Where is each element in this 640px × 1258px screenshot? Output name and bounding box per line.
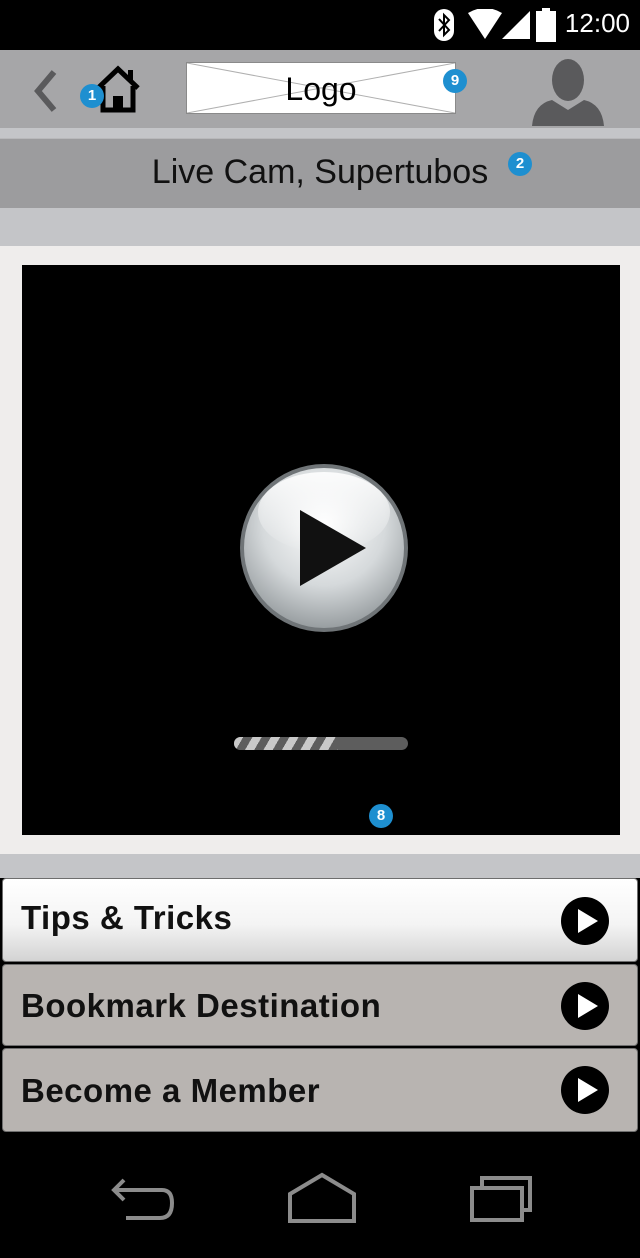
avatar-icon[interactable] (530, 56, 606, 126)
buffer-progress-bar (234, 737, 408, 750)
home-nav-icon[interactable] (286, 1172, 358, 1224)
annotation-badge-logo: 9 (443, 69, 467, 93)
sub-bar (0, 208, 640, 246)
annotation-badge-home: 1 (80, 84, 104, 108)
page-title: Live Cam, Supertubos (151, 153, 489, 191)
annotation-badge-title: 2 (508, 152, 532, 176)
title-bar: Live Cam, Supertubos 2 (0, 138, 640, 209)
signal-icon (502, 11, 530, 39)
play-arrow-icon (561, 897, 609, 945)
divider (0, 854, 640, 878)
play-icon[interactable] (238, 462, 410, 634)
play-arrow-icon (561, 1066, 609, 1114)
recents-nav-icon[interactable] (468, 1174, 534, 1224)
menu-item-tips-tricks[interactable]: Tips & Tricks (2, 878, 638, 962)
status-time: 12:00 (564, 8, 630, 38)
back-chevron-icon[interactable] (34, 70, 58, 112)
bluetooth-icon (434, 9, 454, 41)
menu-item-label: Bookmark Destination (21, 987, 382, 1024)
menu-item-bookmark-destination[interactable]: Bookmark Destination (2, 964, 638, 1046)
wifi-icon (468, 9, 530, 39)
logo-placeholder[interactable]: Logo (186, 62, 456, 114)
system-nav-bar (0, 1134, 640, 1258)
back-nav-icon[interactable] (110, 1176, 176, 1222)
play-arrow-icon (561, 982, 609, 1030)
divider (0, 128, 640, 138)
annotation-badge-video: 8 (369, 804, 393, 828)
buffer-progress-fill (234, 737, 339, 750)
menu-item-label: Become a Member (21, 1072, 321, 1109)
menu-item-become-member[interactable]: Become a Member (2, 1048, 638, 1132)
battery-icon (536, 8, 556, 42)
logo-text: Logo (285, 71, 357, 107)
menu-item-label: Tips & Tricks (21, 899, 233, 936)
status-bar: 12:00 (0, 0, 640, 50)
